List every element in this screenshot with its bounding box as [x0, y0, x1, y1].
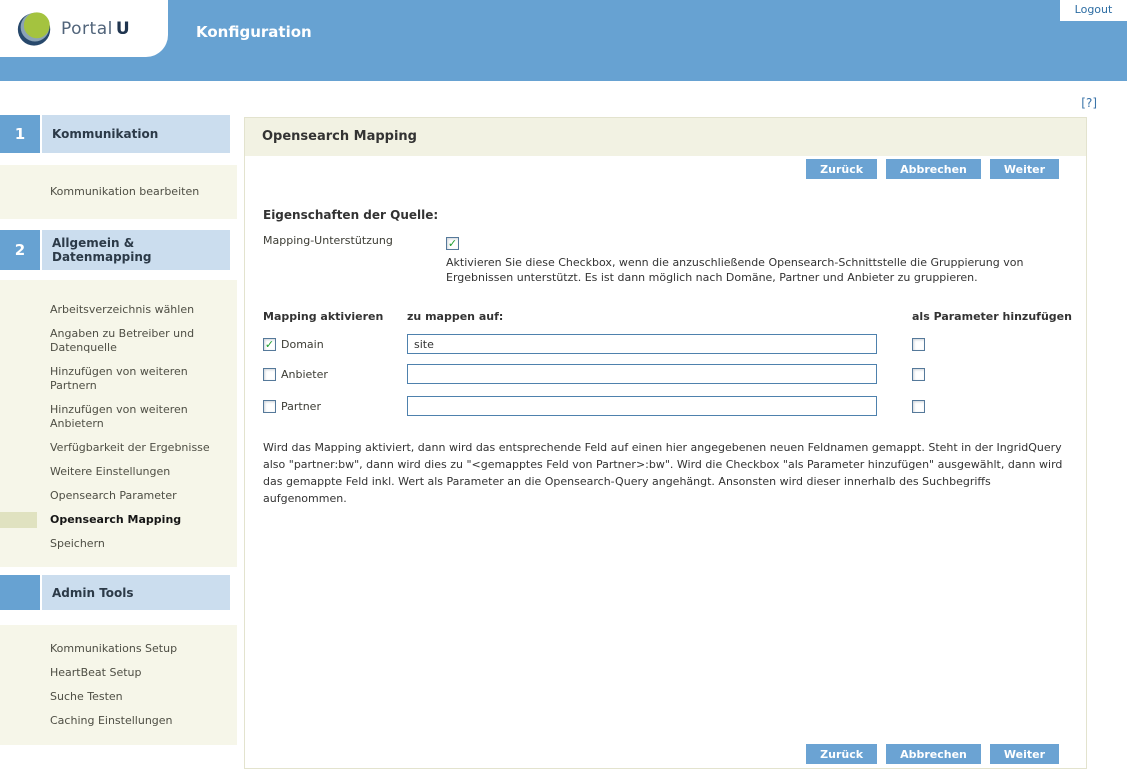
zurueck-button-bottom[interactable]: Zurück — [806, 744, 877, 764]
sidebar: 1 Kommunikation Kommunikation bearbeiten… — [0, 115, 237, 745]
anbieter-checkbox[interactable] — [263, 368, 276, 381]
weiter-button-bottom[interactable]: Weiter — [990, 744, 1059, 764]
section-number-admin — [0, 575, 40, 610]
portalu-globe-icon — [16, 10, 53, 47]
section-title-allgemein-datenmapping: Allgemein & Datenmapping — [42, 230, 230, 270]
mapping-row-partner: Partner — [263, 396, 1086, 416]
domain-map-input[interactable] — [407, 334, 877, 354]
top-banner: PortalU Konfiguration Logout — [0, 0, 1127, 81]
sidebar-item-suche-testen[interactable]: Suche Testen — [0, 685, 237, 709]
mapping-row-anbieter: Anbieter — [263, 364, 1086, 384]
main-panel: Opensearch Mapping Zurück Abbrechen Weit… — [244, 117, 1087, 769]
anbieter-param-checkbox[interactable] — [912, 368, 925, 381]
col-header-zu-mappen-auf: zu mappen auf: — [407, 310, 881, 323]
sidebar-group-kommunikation: Kommunikation bearbeiten — [0, 165, 237, 219]
domain-label: Domain — [281, 338, 324, 351]
partner-param-checkbox[interactable] — [912, 400, 925, 413]
mapping-support-description: Aktivieren Sie diese Checkbox, wenn die … — [446, 255, 1086, 285]
sidebar-item-weitere-einstellungen[interactable]: Weitere Einstellungen — [0, 460, 237, 484]
abbrechen-button-top[interactable]: Abbrechen — [886, 159, 981, 179]
section-title-kommunikation: Kommunikation — [42, 115, 230, 153]
mapping-support-row: Mapping-Unterstützung ✓ Aktivieren Sie d… — [263, 232, 1086, 285]
sidebar-item-opensearch-mapping[interactable]: Opensearch Mapping — [0, 508, 237, 532]
page-title: Konfiguration — [196, 23, 312, 41]
anbieter-map-input[interactable] — [407, 364, 877, 384]
section-number-2: 2 — [0, 230, 40, 270]
sidebar-item-betreiber-datenquelle[interactable]: Angaben zu Betreiber und Datenquelle — [0, 322, 237, 360]
sidebar-section-admin-tools: Admin Tools — [0, 575, 237, 610]
sidebar-item-opensearch-parameter[interactable]: Opensearch Parameter — [0, 484, 237, 508]
col-header-mapping-aktivieren: Mapping aktivieren — [263, 310, 407, 323]
sidebar-item-heartbeat-setup[interactable]: HeartBeat Setup — [0, 661, 237, 685]
section-title-admin-tools: Admin Tools — [42, 575, 230, 610]
bottom-button-row: Zurück Abbrechen Weiter — [806, 744, 1059, 764]
logout-button[interactable]: Logout — [1060, 0, 1127, 21]
sidebar-section-kommunikation: 1 Kommunikation — [0, 115, 237, 153]
sidebar-item-caching-einstellungen[interactable]: Caching Einstellungen — [0, 709, 237, 733]
partner-label: Partner — [281, 400, 321, 413]
panel-title: Opensearch Mapping — [245, 118, 1086, 156]
partner-map-input[interactable] — [407, 396, 877, 416]
source-properties-heading: Eigenschaften der Quelle: — [263, 208, 1086, 222]
sidebar-item-weitere-anbieter[interactable]: Hinzufügen von weiteren Anbietern — [0, 398, 237, 436]
sidebar-group-admin-tools: Kommunikations Setup HeartBeat Setup Suc… — [0, 625, 237, 745]
partner-checkbox[interactable] — [263, 400, 276, 413]
sidebar-item-kommunikations-setup[interactable]: Kommunikations Setup — [0, 637, 237, 661]
anbieter-label: Anbieter — [281, 368, 328, 381]
help-link[interactable]: [?] — [1081, 96, 1097, 110]
mapping-row-domain: ✓ Domain — [263, 334, 1086, 354]
domain-param-checkbox[interactable] — [912, 338, 925, 351]
mapping-explanation-text: Wird das Mapping aktiviert, dann wird da… — [263, 439, 1075, 507]
top-button-row: Zurück Abbrechen Weiter — [245, 159, 1059, 179]
logo-text: PortalU — [61, 19, 130, 39]
sidebar-item-speichern[interactable]: Speichern — [0, 532, 237, 556]
section-number-1: 1 — [0, 115, 40, 153]
domain-checkbox[interactable]: ✓ — [263, 338, 276, 351]
mapping-support-checkbox[interactable]: ✓ — [446, 237, 459, 250]
abbrechen-button-bottom[interactable]: Abbrechen — [886, 744, 981, 764]
sidebar-item-kommunikation-bearbeiten[interactable]: Kommunikation bearbeiten — [0, 180, 237, 204]
sidebar-section-allgemein-datenmapping: 2 Allgemein & Datenmapping — [0, 230, 237, 270]
sidebar-group-allgemein-datenmapping: Arbeitsverzeichnis wählen Angaben zu Bet… — [0, 280, 237, 567]
sidebar-item-weitere-partner[interactable]: Hinzufügen von weiteren Partnern — [0, 360, 237, 398]
weiter-button-top[interactable]: Weiter — [990, 159, 1059, 179]
sidebar-item-verfuegbarkeit[interactable]: Verfügbarkeit der Ergebnisse — [0, 436, 237, 460]
zurueck-button-top[interactable]: Zurück — [806, 159, 877, 179]
mapping-support-label: Mapping-Unterstützung — [263, 232, 446, 285]
mapping-table-header: Mapping aktivieren zu mappen auf: als Pa… — [263, 310, 1086, 323]
portalu-logo: PortalU — [0, 0, 168, 57]
sidebar-item-arbeitsverzeichnis[interactable]: Arbeitsverzeichnis wählen — [0, 298, 237, 322]
col-header-als-parameter: als Parameter hinzufügen — [912, 310, 1072, 323]
